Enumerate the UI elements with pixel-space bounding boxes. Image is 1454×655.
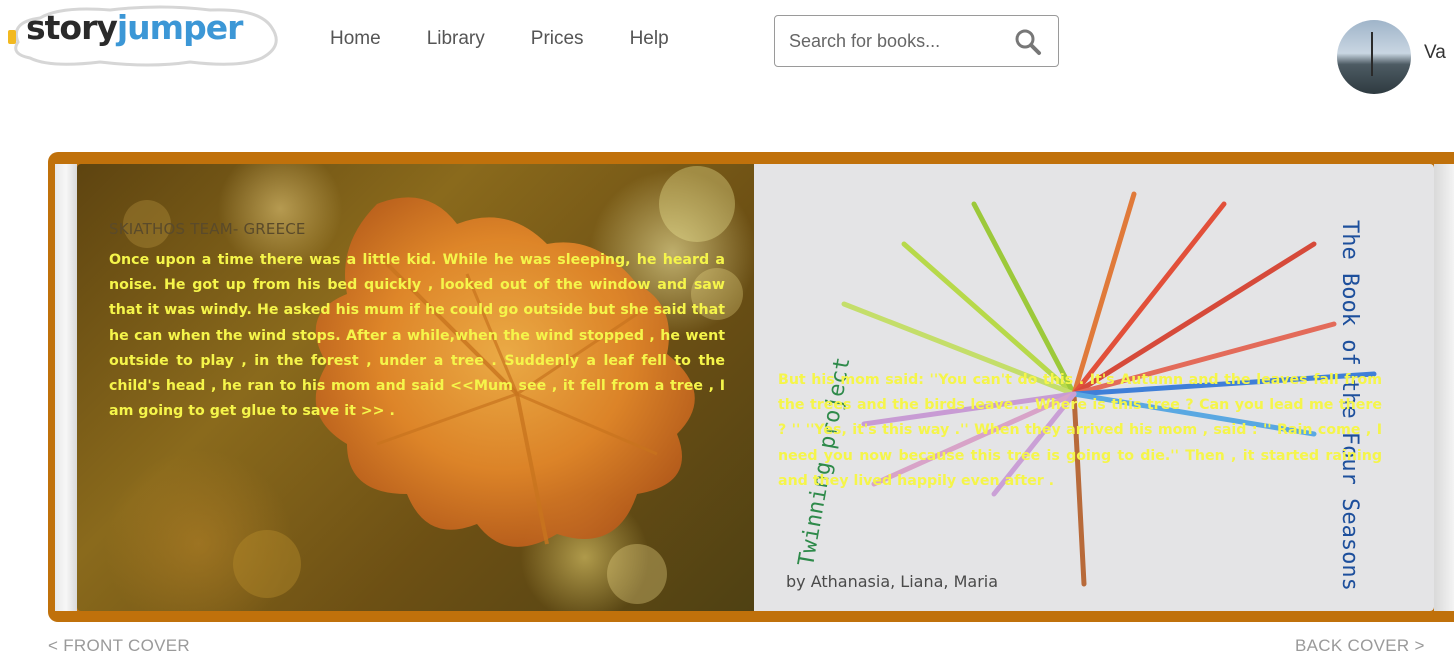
logo-word-jumper: jumper <box>116 8 243 47</box>
storyjumper-logo[interactable]: storyjumper <box>0 2 285 68</box>
page-team-title: SKIATHOS TEAM- GREECE <box>109 220 306 238</box>
logo-accent <box>8 30 16 44</box>
book-page-edge-right <box>1434 164 1454 611</box>
search-box <box>774 15 1059 67</box>
search-input[interactable] <box>789 28 1009 54</box>
nav-library[interactable]: Library <box>427 28 485 50</box>
nav-home[interactable]: Home <box>330 28 381 50</box>
search-icon[interactable] <box>1013 27 1043 61</box>
main-nav: Home Library Prices Help <box>330 28 715 50</box>
book-page-left[interactable]: SKIATHOS TEAM- GREECE Once upon a time t… <box>77 164 754 611</box>
front-cover-link[interactable]: < FRONT COVER <box>48 636 190 655</box>
book-page-right[interactable]: The Book of the Four Seasons Twinning pr… <box>754 164 1434 611</box>
story-text-right: But his mom said: ''You can't do this . … <box>778 372 1382 489</box>
story-text-left: Once upon a time there was a little kid.… <box>109 252 725 420</box>
avatar-photo-detail <box>1371 32 1373 76</box>
authors-byline: by Athanasia, Liana, Maria <box>786 572 999 591</box>
user-avatar[interactable] <box>1337 20 1411 94</box>
nav-help[interactable]: Help <box>630 28 669 50</box>
nav-prices[interactable]: Prices <box>531 28 584 50</box>
logo-text: storyjumper <box>26 8 243 47</box>
back-cover-link[interactable]: BACK COVER > <box>1295 636 1425 655</box>
book-page-edge-left <box>55 164 77 611</box>
logo-word-story: story <box>26 8 118 47</box>
user-name[interactable]: Va <box>1424 42 1446 64</box>
